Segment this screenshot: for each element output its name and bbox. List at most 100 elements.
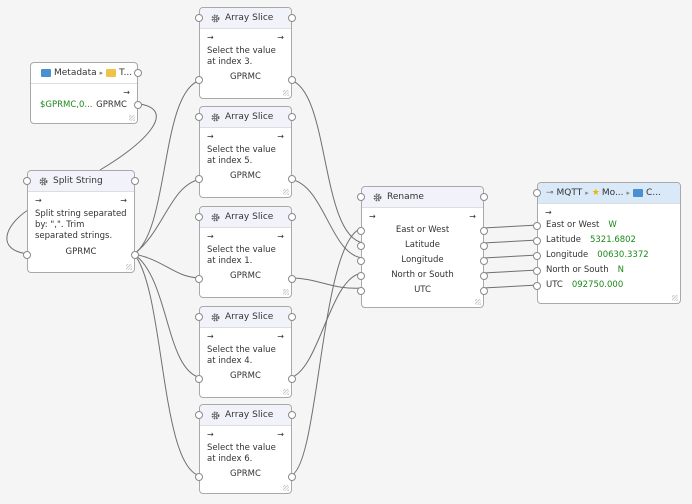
metadata-header-port[interactable] — [134, 69, 142, 77]
split-string-header[interactable]: Split String — [28, 171, 134, 192]
slice-header-input-port[interactable] — [195, 213, 203, 221]
metadata-node-header[interactable]: Metadata ▸ T... — [31, 63, 137, 84]
resize-grip[interactable] — [126, 264, 132, 270]
wire-split-to-slice1 — [133, 253, 202, 279]
mqtt-field-input-port[interactable] — [533, 267, 541, 275]
slice-input-port[interactable] — [195, 175, 203, 183]
array-slice-header[interactable]: Array Slice — [200, 307, 291, 328]
slice-header-input-port[interactable] — [195, 113, 203, 121]
slice-header-output-port[interactable] — [288, 14, 296, 22]
array-slice-node[interactable]: Array Slice → → Select the value at index 4… — [195, 306, 296, 398]
array-slice-node[interactable]: Array Slice → → Select the value at index 5… — [195, 106, 296, 198]
rename-field-output-port[interactable] — [480, 257, 488, 265]
rename-field-output-port[interactable] — [480, 287, 488, 295]
rename-field-label: Longitude — [401, 255, 444, 265]
slice-output-port[interactable] — [288, 473, 296, 481]
folder-icon — [106, 69, 117, 77]
resize-grip[interactable] — [129, 115, 135, 121]
rename-field-output-port[interactable] — [480, 272, 488, 280]
split-header-input-port[interactable] — [23, 177, 31, 185]
slice-header-input-port[interactable] — [195, 411, 203, 419]
metadata-title: Metadata — [54, 68, 97, 78]
resize-grip[interactable] — [283, 485, 289, 491]
array-slice-header[interactable]: Array Slice — [200, 8, 291, 29]
mqtt-crumb-2[interactable]: Mo... — [602, 188, 624, 198]
breadcrumb-separator: ▸ — [626, 189, 631, 197]
resize-grip[interactable] — [283, 389, 289, 395]
slice-header-output-port[interactable] — [288, 113, 296, 121]
slice-input-port[interactable] — [195, 375, 203, 383]
split-input-port[interactable] — [23, 251, 31, 259]
slice-input-port[interactable] — [195, 76, 203, 84]
mqtt-node[interactable]: ⊸ MQTT ▸ ★ Mo... ▸ C... → East or West W L… — [533, 182, 681, 304]
array-slice-output-label: GPRMC — [230, 371, 261, 381]
folder-icon — [633, 189, 644, 197]
resize-grip[interactable] — [283, 189, 289, 195]
mqtt-header-input-port[interactable] — [533, 189, 541, 197]
split-string-title: Split String — [53, 176, 103, 186]
rename-node[interactable]: Rename → → East or West Latitude Longitude N… — [357, 186, 488, 308]
split-output-port[interactable] — [131, 251, 139, 259]
rename-field-input-port[interactable] — [357, 242, 365, 250]
rename-header-input-port[interactable] — [357, 193, 365, 201]
rename-header[interactable]: Rename — [362, 187, 483, 208]
array-slice-header[interactable]: Array Slice — [200, 207, 291, 228]
slice-header-output-port[interactable] — [288, 411, 296, 419]
metadata-node[interactable]: Metadata ▸ T... → $GPRMC,0... GPRMC — [30, 62, 142, 124]
flow-out-arrow-icon: → — [277, 232, 284, 241]
rename-field-input-port[interactable] — [357, 287, 365, 295]
slice-input-port[interactable] — [195, 275, 203, 283]
mqtt-field-label: Longitude — [546, 250, 589, 260]
array-slice-node[interactable]: Array Slice → → Select the value at index 6… — [195, 404, 296, 494]
rename-field-output-port[interactable] — [480, 242, 488, 250]
mqtt-field-input-port[interactable] — [533, 282, 541, 290]
slice-output-port[interactable] — [288, 76, 296, 84]
array-slice-output-label: GPRMC — [230, 171, 261, 181]
array-slice-header[interactable]: Array Slice — [200, 107, 291, 128]
flow-in-arrow-icon: → — [369, 212, 376, 221]
split-header-output-port[interactable] — [131, 177, 139, 185]
flow-in-arrow-icon: → — [207, 332, 214, 341]
mqtt-header[interactable]: ⊸ MQTT ▸ ★ Mo... ▸ C... — [538, 183, 680, 204]
split-string-node[interactable]: Split String → → Split string separated b… — [23, 170, 139, 273]
resize-grip[interactable] — [475, 299, 481, 305]
slice-header-output-port[interactable] — [288, 313, 296, 321]
resize-grip[interactable] — [672, 295, 678, 301]
rename-field-input-port[interactable] — [357, 257, 365, 265]
wire-slice1-to-utc — [289, 277, 364, 289]
slice-header-output-port[interactable] — [288, 213, 296, 221]
mqtt-field-input-port[interactable] — [533, 237, 541, 245]
mqtt-field-input-port[interactable] — [533, 222, 541, 230]
slice-header-input-port[interactable] — [195, 14, 203, 22]
flow-in-arrow-icon: → — [207, 132, 214, 141]
gear-icon — [211, 113, 220, 121]
rename-field-input-port[interactable] — [357, 227, 365, 235]
slice-output-port[interactable] — [288, 375, 296, 383]
array-slice-description: Select the value at index 1. — [207, 245, 276, 266]
flow-out-arrow-icon: → — [277, 132, 284, 141]
array-slice-node[interactable]: Array Slice → → Select the value at index 1… — [195, 206, 296, 298]
wire-longitude-out — [482, 254, 539, 259]
resize-grip[interactable] — [283, 289, 289, 295]
slice-input-port[interactable] — [195, 473, 203, 481]
array-slice-title: Array Slice — [225, 212, 274, 222]
array-slice-node[interactable]: Array Slice → → Select the value at index 3… — [195, 7, 296, 99]
mqtt-crumb-3[interactable]: C... — [646, 188, 661, 198]
metadata-output-port[interactable] — [134, 101, 142, 109]
mqtt-field-input-port[interactable] — [533, 252, 541, 260]
rename-field-input-port[interactable] — [357, 272, 365, 280]
slice-output-port[interactable] — [288, 175, 296, 183]
slice-output-port[interactable] — [288, 275, 296, 283]
slice-header-input-port[interactable] — [195, 313, 203, 321]
array-slice-output-label: GPRMC — [230, 469, 261, 479]
mqtt-crumb-1[interactable]: MQTT — [557, 188, 583, 198]
array-slice-header[interactable]: Array Slice — [200, 405, 291, 426]
rename-header-output-port[interactable] — [480, 193, 488, 201]
split-string-description: Split string separated by: ",". Trim sep… — [35, 209, 127, 241]
gear-icon — [211, 213, 220, 221]
flow-in-arrow-icon: → — [207, 232, 214, 241]
resize-grip[interactable] — [283, 90, 289, 96]
mqtt-field-value: 092750.000 — [571, 280, 624, 290]
rename-field-output-port[interactable] — [480, 227, 488, 235]
mqtt-field-row: North or South N — [546, 265, 624, 275]
